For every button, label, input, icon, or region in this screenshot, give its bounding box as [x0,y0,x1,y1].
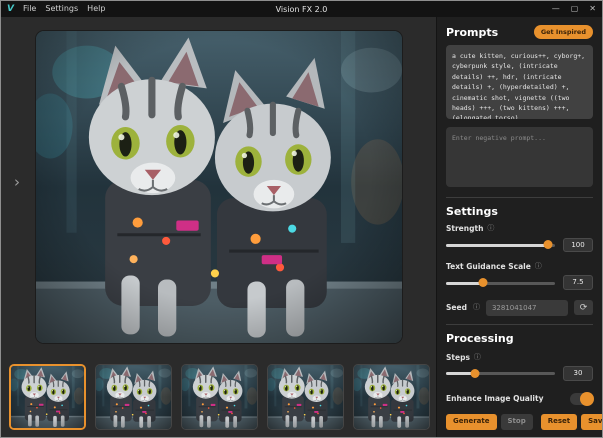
info-icon: ⓘ [474,354,481,361]
steps-label: Steps [446,354,470,362]
guidance-slider[interactable] [446,278,555,288]
app-window: V File Settings Help Vision FX 2.0 — ▢ ✕… [0,0,603,438]
maximize-icon[interactable]: ▢ [571,5,579,13]
reset-button[interactable]: Reset [541,414,577,430]
info-icon: ⓘ [473,304,480,311]
divider [446,197,593,198]
menu-file[interactable]: File [23,5,36,13]
processing-heading: Processing [446,333,593,344]
thumbnail-strip [9,364,430,430]
steps-slider-knob[interactable] [471,369,480,378]
settings-heading: Settings [446,206,593,217]
menu-settings[interactable]: Settings [45,5,78,13]
thumbnail-1[interactable] [9,364,86,430]
stop-button[interactable]: Stop [501,414,533,430]
info-icon: ⓘ [487,225,494,232]
menu-help[interactable]: Help [87,5,105,13]
prompt-input[interactable]: a cute kitten, curious++, cyborg+, cyber… [446,45,593,119]
strength-slider-knob[interactable] [544,240,553,249]
minimize-icon[interactable]: — [552,5,560,13]
divider [446,324,593,325]
window-controls: — ▢ ✕ [552,5,596,13]
thumbnail-3[interactable] [181,364,258,430]
action-bar: Generate Stop Reset Save [446,414,593,430]
steps-slider[interactable] [446,368,555,378]
enhance-quality-toggle[interactable] [570,393,593,405]
thumbnail-2[interactable] [95,364,172,430]
thumbnail-5[interactable] [353,364,430,430]
app-logo-icon: V [7,5,14,14]
get-inspired-button[interactable]: Get Inspired [534,25,593,39]
seed-label: Seed [446,304,467,312]
negative-prompt-input[interactable] [446,127,593,187]
title-bar: V File Settings Help Vision FX 2.0 — ▢ ✕ [1,1,602,17]
chevron-right-icon[interactable]: › [14,175,20,190]
guidance-value: 7.5 [563,275,593,289]
control-panel: Prompts Get Inspired a cute kitten, curi… [436,17,602,437]
guidance-slider-knob[interactable] [479,278,488,287]
save-button[interactable]: Save [581,414,603,430]
seed-input[interactable] [486,300,568,316]
strength-slider[interactable] [446,240,555,250]
guidance-label: Text Guidance Scale [446,263,531,271]
enhance-quality-label: Enhance Image Quality [446,395,543,403]
thumbnail-4[interactable] [267,364,344,430]
info-icon: ⓘ [535,263,542,270]
close-icon[interactable]: ✕ [589,5,596,13]
generate-button[interactable]: Generate [446,414,497,430]
prompts-heading: Prompts [446,27,498,38]
strength-label: Strength [446,225,483,233]
kittens-artwork [36,31,402,343]
toggle-knob [580,392,594,406]
generated-image [36,31,402,343]
steps-value: 30 [563,366,593,380]
refresh-seed-icon[interactable]: ⟳ [574,300,593,315]
strength-value: 100 [563,238,593,252]
image-viewer-area: › [1,17,438,437]
